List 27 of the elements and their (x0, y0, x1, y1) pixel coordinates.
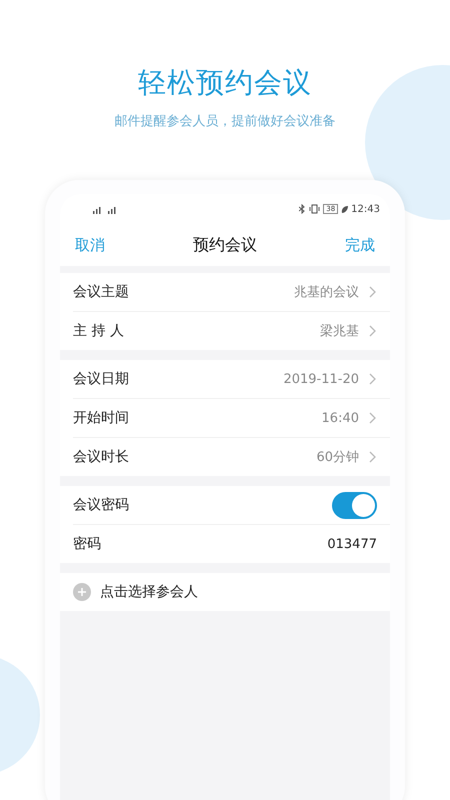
status-time: 12:43 (351, 204, 380, 214)
row-label: 开始时间 (73, 409, 130, 427)
chevron-right-icon[interactable] (369, 325, 377, 337)
hero-title: 轻松预约会议 (138, 65, 312, 101)
row-value: 16:40 (322, 410, 359, 426)
row-label: 主 持 人 (73, 322, 125, 340)
chevron-right-icon[interactable] (369, 451, 377, 463)
hero-subtitle: 邮件提醒参会人员，提前做好会议准备 (114, 113, 336, 130)
leaf-icon (341, 204, 348, 214)
row-value: 60分钟 (316, 449, 359, 466)
screen-title: 预约会议 (192, 234, 258, 256)
bluetooth-icon (299, 204, 306, 214)
row-label: 会议时长 (73, 448, 130, 466)
row-label: 密码 (73, 535, 102, 553)
chevron-right-icon[interactable] (369, 412, 377, 424)
row-label: 会议日期 (73, 370, 130, 388)
chevron-right-icon[interactable] (369, 373, 377, 385)
vibrate-icon (309, 204, 320, 214)
row-value: 兆基的会议 (294, 284, 359, 301)
plus-icon[interactable] (73, 583, 91, 601)
chevron-right-icon[interactable] (369, 286, 377, 298)
row-label: 会议密码 (73, 496, 130, 514)
row-label: 会议主题 (73, 283, 130, 301)
row-value: 梁兆基 (320, 323, 359, 340)
row-value: 013477 (327, 536, 377, 552)
toggle-switch[interactable] (332, 492, 377, 518)
row-value: 2019-11-20 (283, 372, 359, 386)
